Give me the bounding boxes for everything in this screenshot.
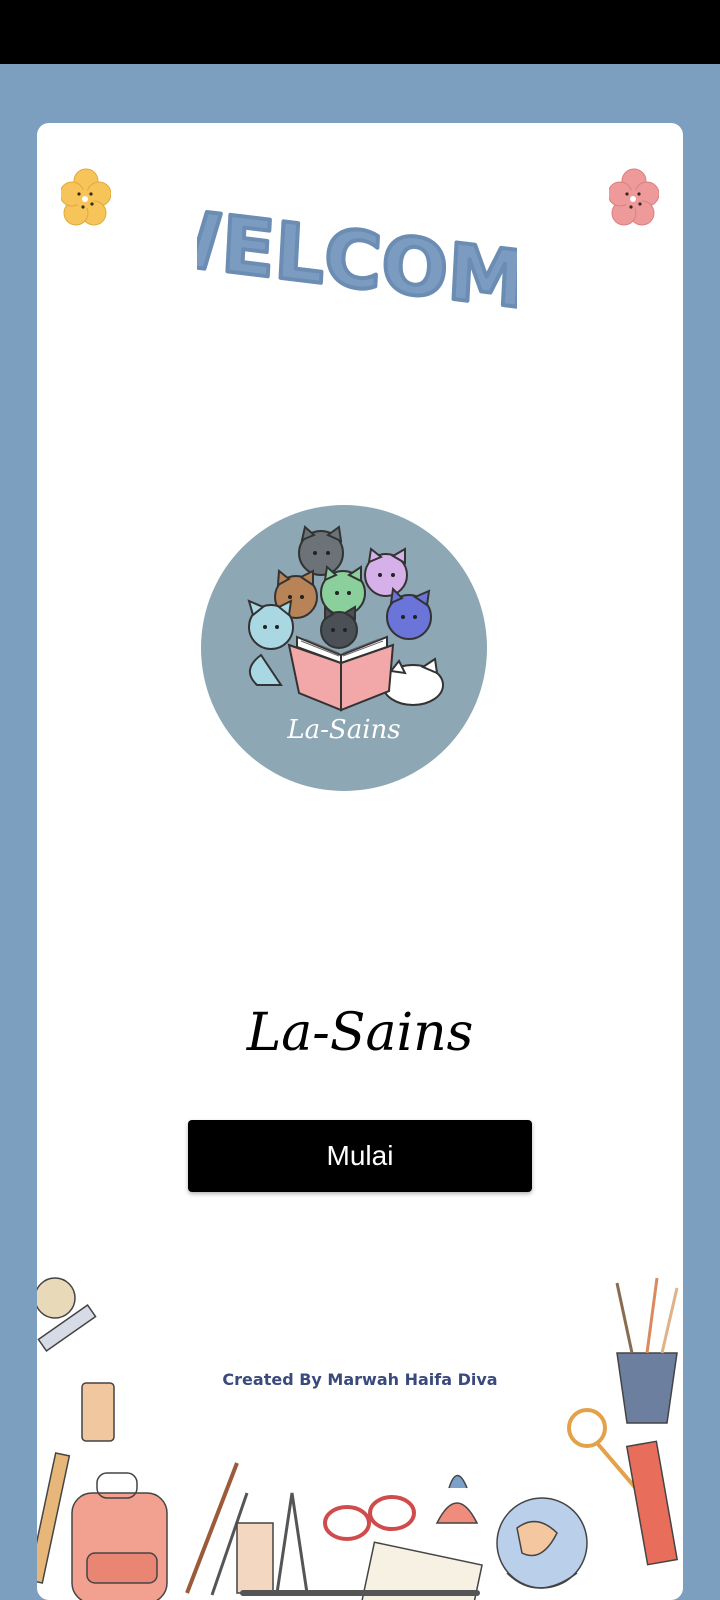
yellow-flower-icon — [61, 168, 111, 226]
pink-flower-icon — [609, 168, 659, 226]
cats-reading-illustration — [247, 525, 444, 712]
welcome-card: WELCOME La-Sains La-Sains Mulai Created … — [37, 123, 683, 1600]
start-button[interactable]: Mulai — [188, 1120, 532, 1192]
credit-text: Created By Marwah Haifa Diva — [222, 1370, 498, 1389]
welcome-heading: WELCOME — [197, 187, 517, 311]
app-title: La-Sains — [246, 1003, 474, 1063]
status-bar — [0, 0, 720, 64]
stationery-illustration — [37, 1277, 679, 1600]
logo-caption: La-Sains — [287, 715, 401, 745]
app-logo: La-Sains — [201, 505, 487, 791]
home-indicator[interactable] — [240, 1590, 480, 1596]
svg-text:WELCOME: WELCOME — [197, 189, 517, 311]
